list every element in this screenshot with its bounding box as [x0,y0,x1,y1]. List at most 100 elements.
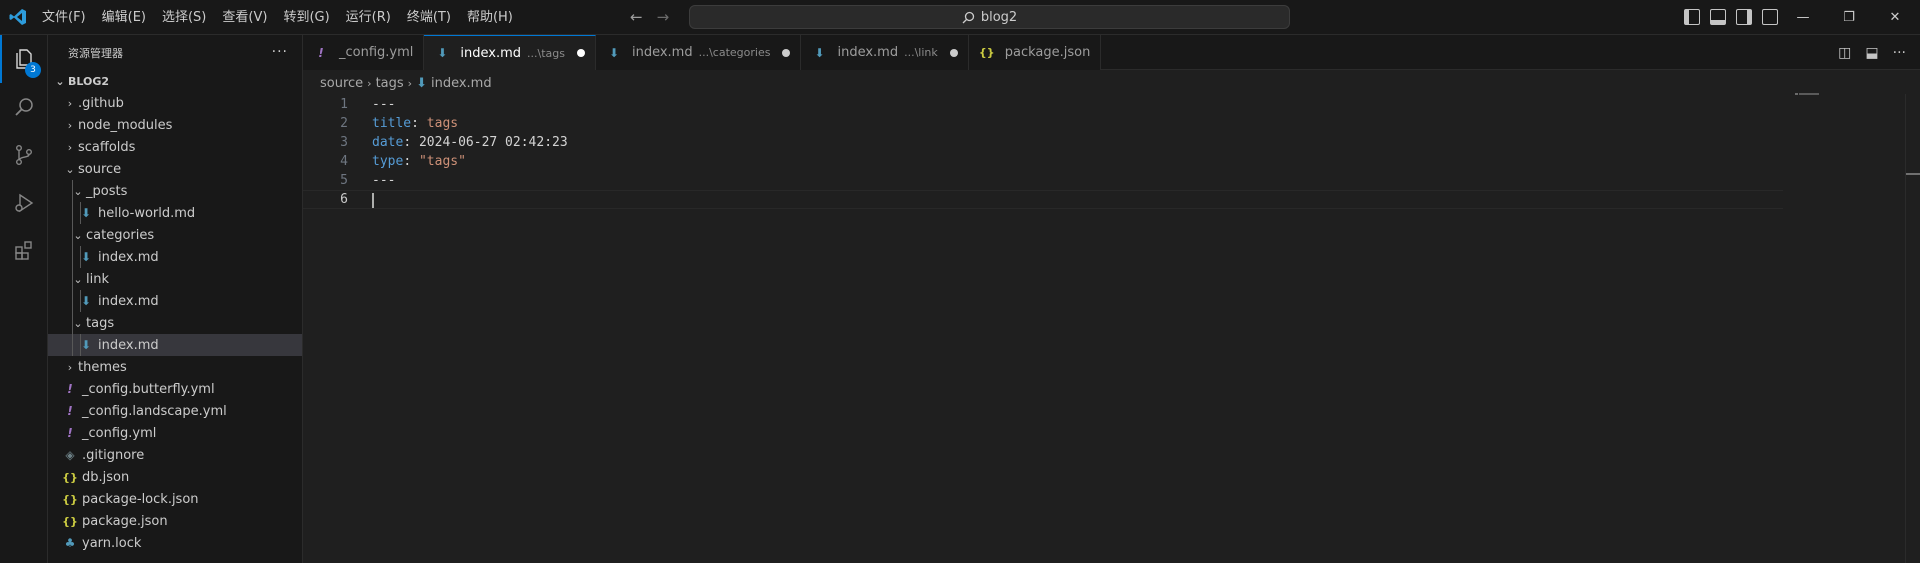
tree-file-item[interactable]: ⬇ hello-world.md [48,202,302,224]
tree-folder-item[interactable]: › node_modules [48,114,302,136]
close-button[interactable]: ✕ [1872,0,1918,35]
command-center[interactable]: blog2 [689,5,1290,29]
breadcrumb-item[interactable]: index.md [431,76,492,91]
tree-file-item[interactable]: ⬇ index.md [48,334,302,356]
vertical-scrollbar[interactable] [1905,94,1920,563]
editor-tab[interactable]: ⬇ index.md ...\tags [424,35,596,70]
tree-item-label: .gitignore [82,447,145,463]
indent-guide [80,246,81,268]
breadcrumb-item[interactable]: tags [376,76,404,91]
tree-folder-item[interactable]: ⌄ source [48,158,302,180]
unsaved-dot-icon[interactable] [949,48,958,57]
open-preview-icon[interactable]: ◫ [1838,45,1851,61]
editor-tab[interactable]: ⬇ index.md ...\link [801,35,969,70]
code-line: 2 title: tags [303,114,1783,133]
toggle-primary-sidebar-icon[interactable] [1684,9,1700,25]
tree-folder-item[interactable]: ⌄ _posts [48,180,302,202]
tab-description: ...\categories [698,46,771,59]
restore-button[interactable]: ❐ [1826,0,1872,35]
editor-tab[interactable]: {} package.json [968,35,1102,70]
tree-folder-item[interactable]: ⌄ link [48,268,302,290]
tree-folder-item[interactable]: › themes [48,356,302,378]
md-file-icon: ⬇ [608,45,620,60]
tree-folder-item[interactable]: ⌄ categories [48,224,302,246]
menu-item[interactable]: 终端(T) [399,0,459,35]
code-line: 4 type: "tags" [303,152,1783,171]
menu-item[interactable]: 选择(S) [154,0,214,35]
code-token: : [403,154,419,169]
code-text: date: 2024-06-27 02:42:23 [372,135,568,150]
tree-file-item[interactable]: {} db.json [48,466,302,488]
tree-file-item[interactable]: ⬇ index.md [48,290,302,312]
yml-file-icon: ! [67,426,73,440]
extensions-icon [15,241,32,260]
toggle-secondary-sidebar-icon[interactable] [1736,9,1752,25]
indent-guide [72,290,73,312]
more-actions-icon[interactable]: ··· [1893,45,1906,61]
unsaved-dot-icon[interactable] [576,49,585,57]
minimap[interactable] [1795,92,1819,98]
tree-folder-item[interactable]: › scaffolds [48,136,302,158]
code-token: : 2024-06-27 02:42:23 [403,135,568,150]
tab-label: index.md [837,45,899,60]
menu-item[interactable]: 转到(G) [275,0,337,35]
tree-item-label: link [86,271,109,287]
customize-layout-icon[interactable] [1762,9,1778,25]
breadcrumb-item[interactable]: source [320,76,363,91]
minimize-button[interactable]: — [1780,0,1826,35]
command-center-text: blog2 [980,9,1018,25]
source-control-activity[interactable] [0,131,48,179]
code-editor[interactable]: 1 --- 2 title: tags 3 date: 2024-06-27 02:42:… [303,94,1903,563]
menu-item[interactable]: 帮助(H) [459,0,521,35]
sidebar-header: 资源管理器 ··· [48,35,302,70]
more-actions-icon[interactable]: ··· [272,44,288,60]
file-tree: › .github › node_modules › scaffolds ⌄ source ⌄ _… [48,92,302,554]
forward-arrow-icon[interactable]: → [657,8,670,26]
tree-folder-item[interactable]: › .github [48,92,302,114]
explorer-activity[interactable]: 3 [0,35,48,83]
chevron-right-icon: › [407,76,413,90]
menu-item[interactable]: 编辑(E) [94,0,154,35]
source-control-icon [15,145,32,166]
tree-file-item[interactable]: ◈ .gitignore [48,444,302,466]
indent-guide [80,202,81,224]
search-icon [962,11,974,23]
tree-file-item[interactable]: ! _config.butterfly.yml [48,378,302,400]
code-text: --- [372,173,395,188]
code-token: : [411,116,427,131]
workspace-section-header[interactable]: ⌄ BLOG2 [48,70,302,92]
code-text: type: "tags" [372,154,466,169]
menu-item[interactable]: 运行(R) [338,0,399,35]
tree-file-item[interactable]: ⬇ index.md [48,246,302,268]
tree-file-item[interactable]: ! _config.landscape.yml [48,400,302,422]
toggle-panel-icon[interactable] [1710,9,1726,25]
menu-bar: 文件(F) 编辑(E) 选择(S) 查看(V) 转到(G) 运行(R) 终端(T) 帮助(H) [34,0,521,35]
tree-file-item[interactable]: ♣ yarn.lock [48,532,302,554]
back-arrow-icon[interactable]: ← [630,8,643,26]
tree-item-label: themes [78,359,127,375]
tree-file-item[interactable]: ! _config.yml [48,422,302,444]
editor-tabs: ! _config.yml ⬇ index.md ...\tags ⬇ index.md..… [303,35,1920,70]
tab-description: ...\tags [527,46,565,60]
chevron-right-icon: › [67,360,73,374]
search-activity[interactable] [0,83,48,131]
unsaved-dot-icon[interactable] [782,48,791,57]
tree-folder-item[interactable]: ⌄ tags [48,312,302,334]
menu-item[interactable]: 查看(V) [214,0,275,35]
tree-item-label: node_modules [78,117,173,133]
markdown-file-icon: ⬇ [416,75,427,91]
split-editor-icon[interactable]: ⬓ [1865,45,1878,61]
tree-item-label: source [78,161,122,177]
menu-item[interactable]: 文件(F) [34,0,94,35]
extensions-activity[interactable] [0,227,48,275]
run-debug-activity[interactable] [0,179,48,227]
explorer-badge: 3 [25,62,41,78]
indent-guide [80,290,81,312]
scrollbar-cursor-marker [1906,173,1920,175]
tree-file-item[interactable]: {} package-lock.json [48,488,302,510]
editor-tab[interactable]: ⬇ index.md ...\categories [595,35,802,70]
editor-tab[interactable]: ! _config.yml [303,35,425,70]
chevron-right-icon: › [67,140,73,154]
tree-file-item[interactable]: {} package.json [48,510,302,532]
tab-label: index.md [631,45,693,60]
